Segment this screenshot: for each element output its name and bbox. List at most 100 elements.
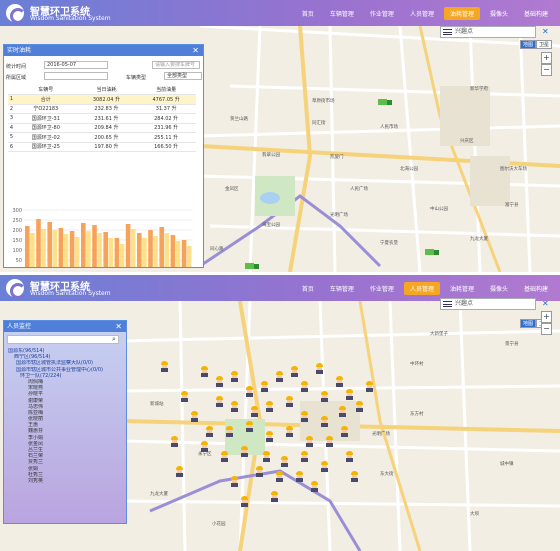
sanitation-worker-icon[interactable] — [215, 376, 224, 387]
bar[interactable] — [159, 227, 164, 268]
nav-base[interactable]: 基础构建 — [518, 7, 554, 20]
sanitation-worker-icon[interactable] — [260, 381, 269, 392]
sanitation-worker-icon[interactable] — [290, 366, 299, 377]
sanitation-worker-icon[interactable] — [320, 416, 329, 427]
sanitation-worker-icon[interactable] — [325, 436, 334, 447]
sanitation-worker-icon[interactable] — [275, 371, 284, 382]
sanitation-worker-icon[interactable] — [295, 471, 304, 482]
sanitation-worker-icon[interactable] — [275, 471, 284, 482]
bar[interactable] — [130, 229, 136, 268]
bar[interactable] — [36, 219, 41, 268]
table-row[interactable]: 6 国源环卫-25 197.80 升 166.50 升 — [8, 142, 196, 152]
nav-operations[interactable]: 作业管理 — [364, 282, 400, 295]
sanitation-worker-icon[interactable] — [300, 411, 309, 422]
bar[interactable] — [114, 238, 120, 268]
stat-time-input[interactable]: 2016-05-07 — [44, 61, 108, 69]
sanitation-worker-icon[interactable] — [320, 391, 329, 402]
bar[interactable] — [170, 235, 176, 268]
nav-staff[interactable]: 人员管理 — [404, 7, 440, 20]
sanitation-worker-icon[interactable] — [180, 391, 189, 402]
zoom-out-button[interactable]: − — [541, 64, 552, 76]
bar[interactable] — [41, 229, 46, 268]
bar[interactable] — [81, 223, 86, 268]
sanitation-worker-icon[interactable] — [245, 421, 254, 432]
bar[interactable] — [148, 230, 153, 268]
sanitation-worker-icon[interactable] — [262, 451, 271, 462]
poi-search[interactable]: 兴趣点 — [440, 298, 536, 310]
menu-icon[interactable] — [443, 29, 452, 35]
sanitation-worker-icon[interactable] — [245, 386, 254, 397]
garbage-truck-icon[interactable] — [245, 262, 259, 270]
sanitation-worker-icon[interactable] — [320, 461, 329, 472]
nav-base[interactable]: 基础构建 — [518, 282, 554, 295]
zoom-in-button[interactable]: + — [541, 52, 552, 64]
sanitation-worker-icon[interactable] — [345, 451, 354, 462]
sanitation-worker-icon[interactable] — [350, 471, 359, 482]
sanitation-worker-icon[interactable] — [170, 436, 179, 447]
bar[interactable] — [25, 226, 30, 268]
sanitation-worker-icon[interactable] — [280, 456, 289, 467]
sanitation-worker-icon[interactable] — [225, 426, 234, 437]
sanitation-worker-icon[interactable] — [230, 476, 239, 487]
sanitation-worker-icon[interactable] — [335, 376, 344, 387]
table-row[interactable]: 3 国源环卫-31 231.61 升 284.02 升 — [8, 113, 196, 124]
sanitation-worker-icon[interactable] — [230, 371, 239, 382]
sanitation-worker-icon[interactable] — [285, 396, 294, 407]
bar[interactable] — [125, 224, 131, 268]
sanitation-worker-icon[interactable] — [240, 496, 249, 507]
sanitation-worker-icon[interactable] — [240, 446, 249, 457]
sanitation-worker-icon[interactable] — [160, 361, 169, 372]
bar[interactable] — [86, 231, 91, 268]
bar[interactable] — [63, 234, 69, 268]
search-icon[interactable]: ⌕ — [112, 335, 116, 344]
nav-home[interactable]: 首页 — [296, 282, 320, 295]
menu-icon[interactable] — [443, 301, 452, 307]
sanitation-worker-icon[interactable] — [265, 401, 274, 412]
garbage-truck-icon[interactable] — [425, 248, 439, 256]
sanitation-worker-icon[interactable] — [355, 401, 364, 412]
nav-vehicles[interactable]: 车辆管理 — [324, 7, 360, 20]
sanitation-worker-icon[interactable] — [255, 466, 264, 477]
sanitation-worker-icon[interactable] — [345, 389, 354, 400]
sanitation-worker-icon[interactable] — [300, 451, 309, 462]
bar[interactable] — [164, 233, 170, 268]
sanitation-worker-icon[interactable] — [175, 466, 184, 477]
sanitation-worker-icon[interactable] — [315, 363, 324, 374]
map-type-map[interactable]: 地图 — [520, 40, 537, 49]
sanitation-worker-icon[interactable] — [270, 491, 279, 502]
type-select[interactable]: 全部类型 — [164, 72, 202, 80]
bar[interactable] — [74, 237, 80, 268]
bar[interactable] — [58, 228, 64, 268]
sanitation-worker-icon[interactable] — [200, 366, 209, 377]
nav-staff[interactable]: 人员管理 — [403, 282, 440, 295]
close-icon[interactable]: ✕ — [192, 45, 199, 56]
bar[interactable] — [103, 232, 108, 268]
bar[interactable] — [52, 230, 58, 268]
nav-vehicles[interactable]: 车辆管理 — [324, 282, 360, 295]
sanitation-worker-icon[interactable] — [265, 431, 274, 442]
zoom-out-button[interactable]: − — [541, 323, 552, 335]
table-row[interactable]: 5 国源环卫-02 200.65 升 255.11 升 — [8, 132, 196, 143]
map-type-map[interactable]: 地图 — [520, 319, 537, 328]
plate-search-input[interactable]: 请输入要搜车牌号 — [152, 61, 200, 69]
sanitation-worker-icon[interactable] — [338, 406, 347, 417]
nav-fuel[interactable]: 油耗管理 — [443, 7, 480, 20]
sanitation-worker-icon[interactable] — [230, 401, 239, 412]
sanitation-worker-icon[interactable] — [285, 426, 294, 437]
bar[interactable] — [175, 241, 181, 268]
staff-search-input[interactable] — [7, 335, 119, 344]
sanitation-worker-icon[interactable] — [305, 436, 314, 447]
sanitation-worker-icon[interactable] — [205, 426, 214, 437]
poi-search[interactable]: 兴趣点 — [440, 26, 536, 38]
sanitation-worker-icon[interactable] — [300, 381, 309, 392]
garbage-truck-icon[interactable] — [378, 98, 392, 106]
bar[interactable] — [142, 238, 147, 268]
sanitation-worker-icon[interactable] — [365, 381, 374, 392]
sanitation-worker-icon[interactable] — [200, 441, 209, 452]
bar[interactable] — [30, 233, 35, 268]
region-select[interactable] — [44, 72, 108, 80]
close-icon[interactable]: ✕ — [115, 321, 122, 332]
nav-camera[interactable]: 摄像头 — [484, 7, 514, 20]
bar[interactable] — [119, 244, 125, 268]
sanitation-worker-icon[interactable] — [215, 396, 224, 407]
